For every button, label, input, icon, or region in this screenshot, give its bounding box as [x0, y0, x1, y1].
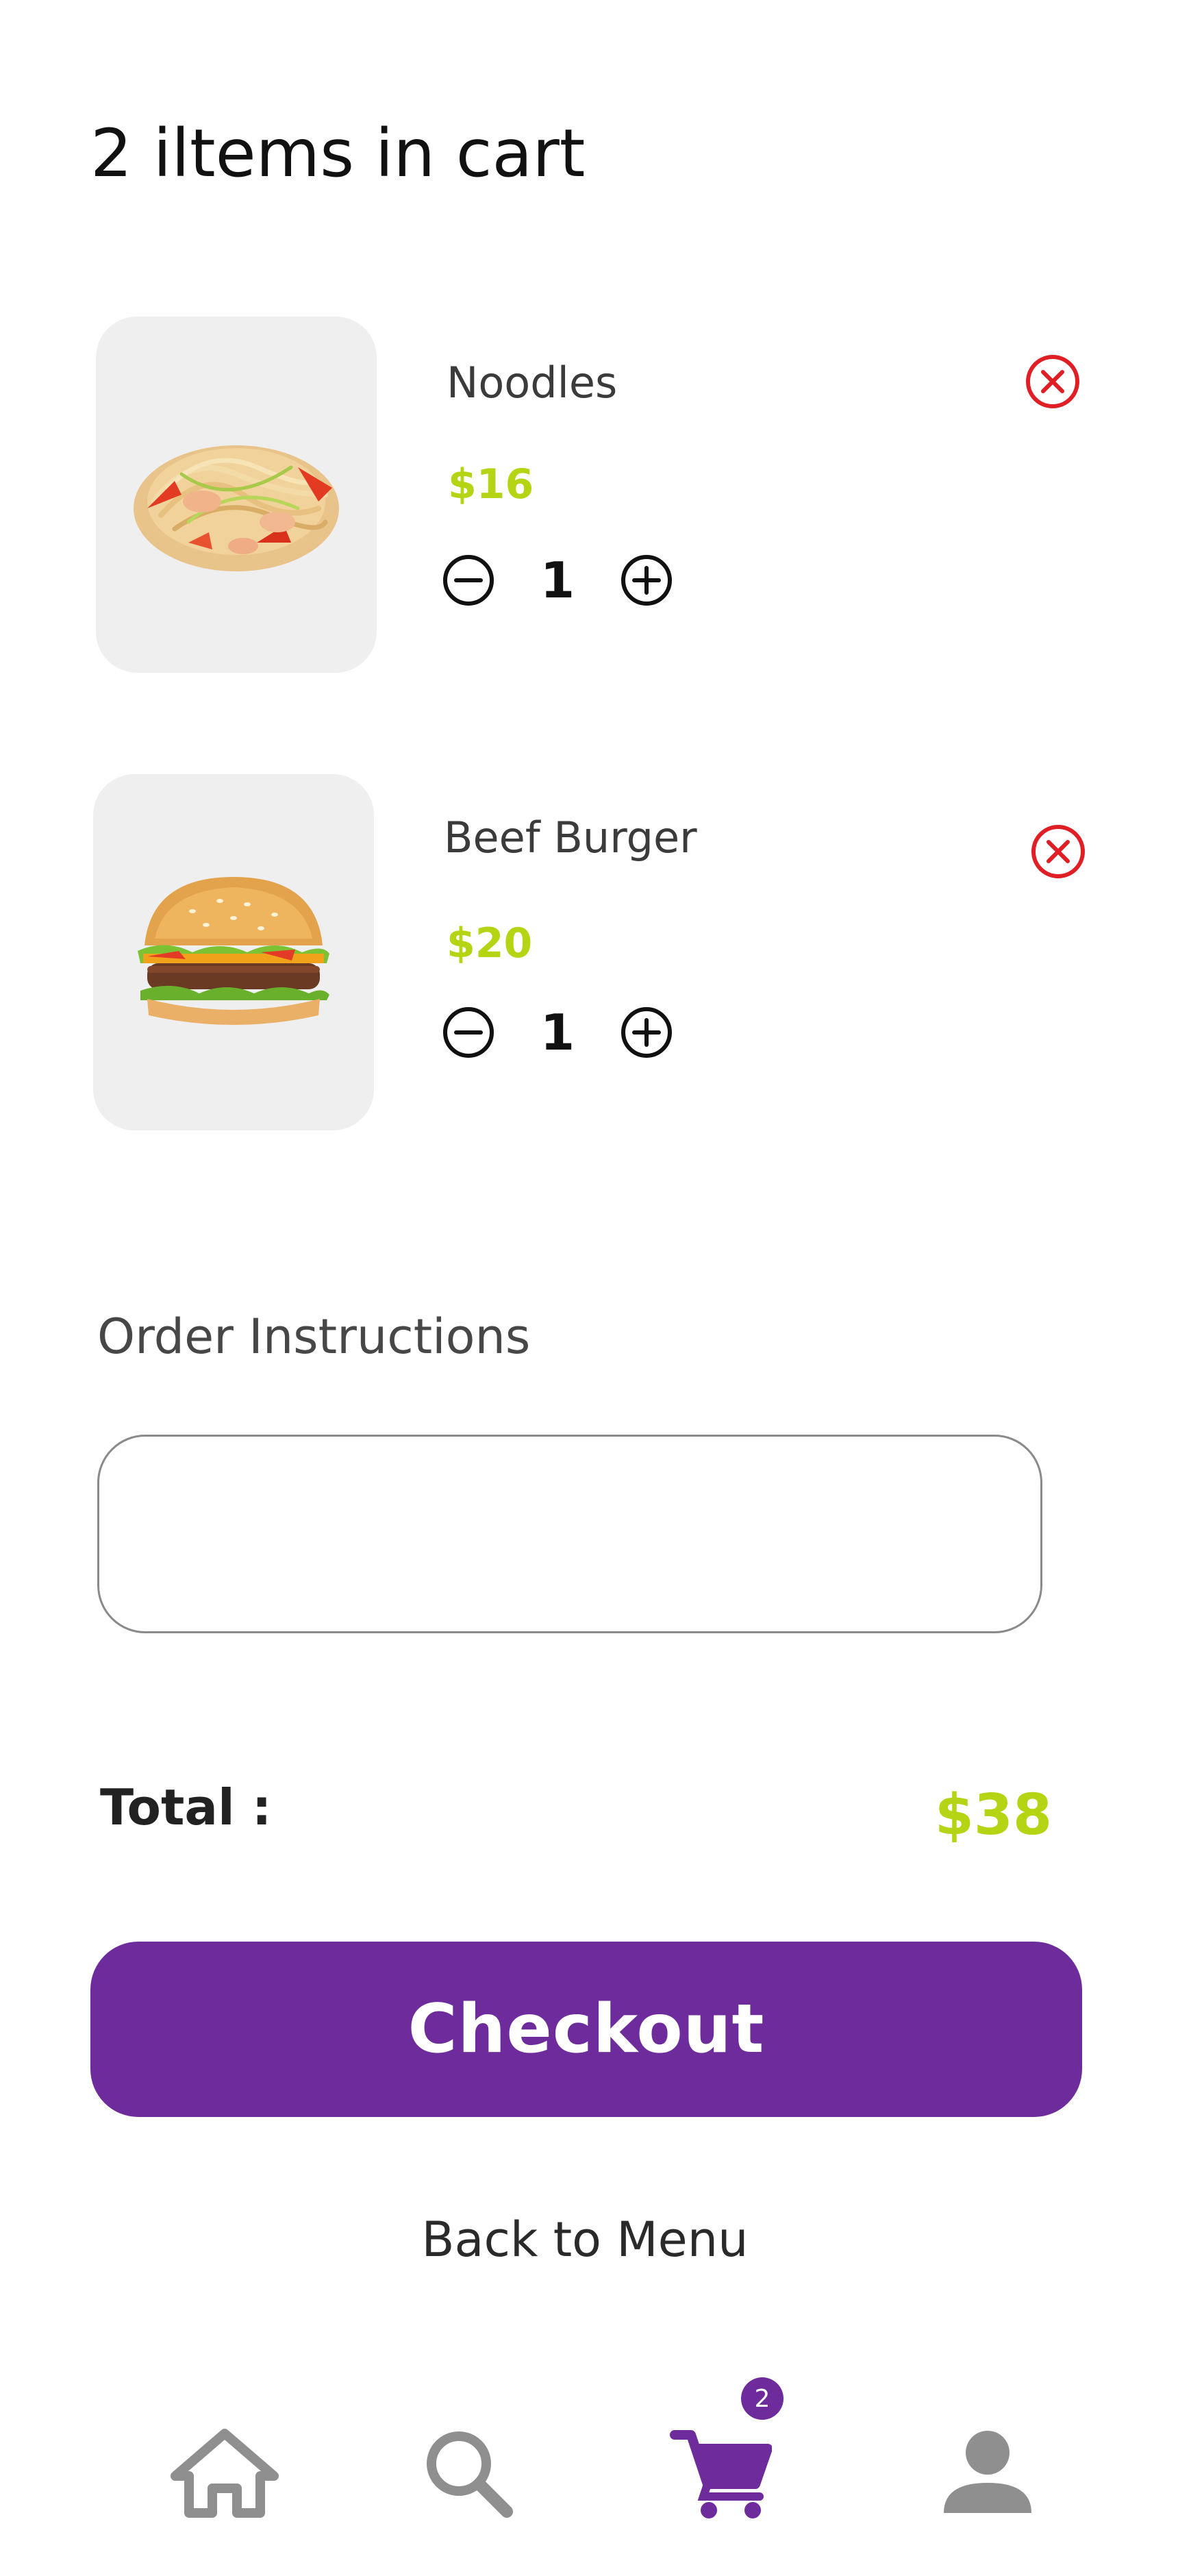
quantity-stepper: 1 — [441, 549, 674, 611]
plus-circle-icon — [621, 555, 672, 606]
order-instructions-label: Order Instructions — [97, 1309, 531, 1365]
plus-circle-icon — [621, 1007, 672, 1058]
order-instructions-field[interactable] — [97, 1435, 1042, 1633]
decrease-quantity-button[interactable] — [441, 1005, 496, 1060]
cart-item: Beef Burger $20 1 — [90, 774, 1104, 1137]
profile-icon — [944, 2431, 1031, 2513]
page-title: 2 iltems in cart — [90, 115, 586, 192]
burger-image — [93, 774, 374, 1130]
nav-search-button[interactable] — [407, 2412, 530, 2535]
item-name: Beef Burger — [444, 813, 697, 863]
search-icon — [427, 2431, 513, 2518]
checkout-button[interactable]: Checkout — [90, 1942, 1082, 2117]
close-circle-icon — [1031, 825, 1085, 878]
close-circle-icon — [1026, 355, 1079, 408]
total-value: $38 — [934, 1783, 1052, 1848]
cart-item: Noodles $16 1 — [90, 317, 1104, 680]
increase-quantity-button[interactable] — [619, 1005, 674, 1060]
minus-circle-icon — [443, 555, 494, 606]
decrease-quantity-button[interactable] — [441, 553, 496, 608]
item-name: Noodles — [447, 358, 618, 408]
nav-profile-button[interactable] — [926, 2412, 1049, 2535]
quantity-value: 1 — [540, 552, 575, 609]
item-price: $20 — [447, 919, 533, 967]
bottom-navigation — [0, 2384, 1178, 2535]
nav-home-button[interactable] — [163, 2412, 286, 2535]
minus-circle-icon — [443, 1007, 494, 1058]
remove-item-button[interactable] — [1022, 351, 1083, 412]
quantity-value: 1 — [540, 1004, 575, 1061]
back-to-menu-link[interactable]: Back to Menu — [0, 2212, 1170, 2268]
item-price: $16 — [448, 460, 534, 508]
nav-cart-button[interactable] — [659, 2412, 782, 2535]
cart-icon — [670, 2430, 772, 2518]
remove-item-button[interactable] — [1027, 821, 1089, 882]
cart-count-badge: 2 — [741, 2377, 784, 2420]
home-icon — [171, 2429, 279, 2518]
noodles-image — [96, 317, 377, 673]
quantity-stepper: 1 — [441, 1002, 674, 1063]
increase-quantity-button[interactable] — [619, 553, 674, 608]
total-label: Total : — [100, 1779, 272, 1836]
